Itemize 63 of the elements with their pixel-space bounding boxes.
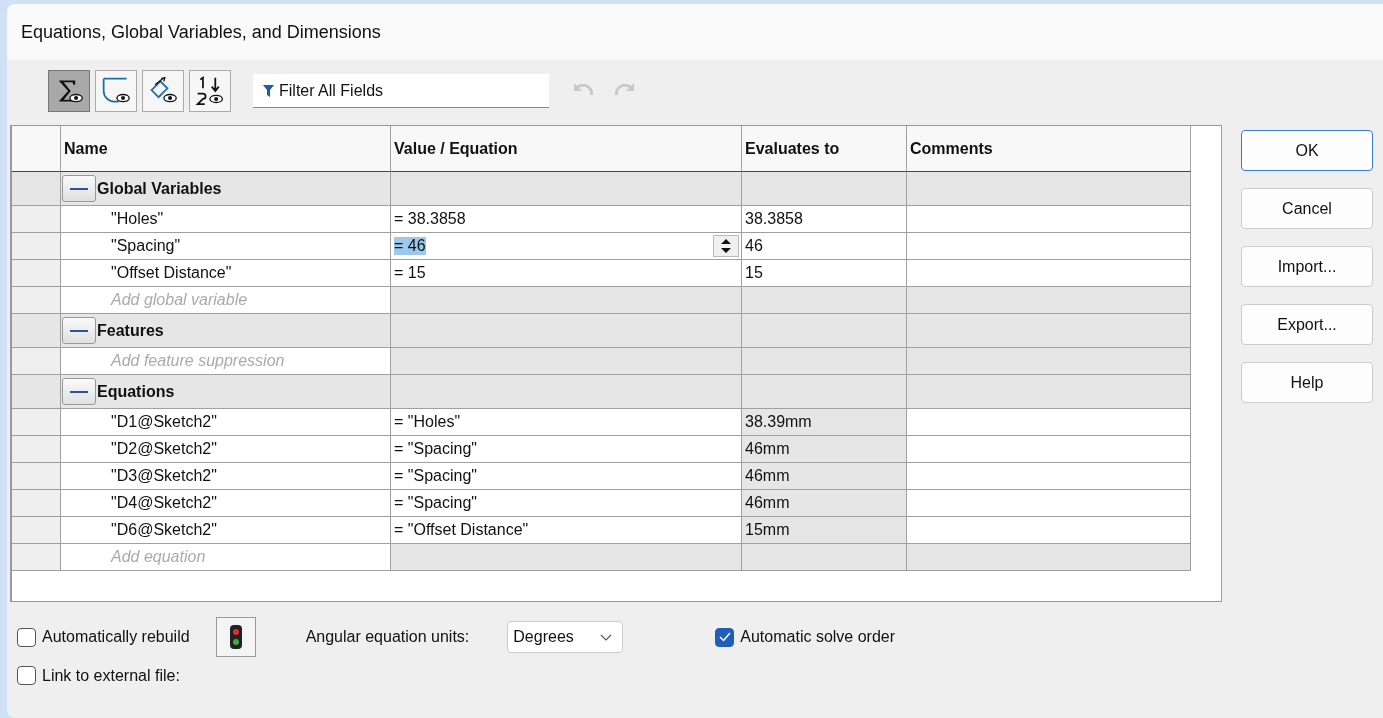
result-cell: 46mm (742, 436, 907, 463)
name-cell: "D3@Sketch2" (61, 463, 391, 490)
dialog-button[interactable]: Cancel (1241, 188, 1373, 229)
filter-field[interactable]: Filter All Fields (253, 74, 549, 108)
value-text: = 15 (394, 264, 426, 282)
value-text: = "Spacing" (394, 440, 477, 458)
dialog-button[interactable]: Import... (1241, 246, 1373, 287)
view-toggle-button[interactable] (95, 70, 137, 112)
view-toggle-button[interactable] (48, 70, 90, 112)
collapse-toggle[interactable] (62, 175, 96, 202)
result-cell: 38.3858 (742, 206, 907, 233)
value-cell[interactable]: = "Spacing" (391, 490, 742, 517)
column-header: Value / Equation (391, 126, 742, 172)
value-cell[interactable]: = "Holes" (391, 409, 742, 436)
result-cell: 46mm (742, 490, 907, 517)
spinner-icon[interactable] (713, 235, 739, 257)
dropdown-value: Degrees (513, 628, 574, 646)
name-cell: "Holes" (61, 206, 391, 233)
link-file-checkbox[interactable]: Link to external file: (17, 666, 1383, 685)
column-header: Evaluates to (742, 126, 907, 172)
result-cell: 15mm (742, 517, 907, 544)
value-cell[interactable]: = 38.3858 (391, 206, 742, 233)
filter-icon (263, 85, 274, 97)
traffic-light-icon (229, 625, 242, 649)
section-title: Features (97, 321, 164, 340)
value-cell[interactable]: = "Spacing" (391, 436, 742, 463)
auto-solve-checkbox[interactable]: Automatic solve order (715, 627, 896, 647)
view-toggle-button[interactable] (189, 70, 231, 112)
collapse-toggle[interactable] (62, 317, 96, 344)
window-title: Equations, Global Variables, and Dimensions (21, 21, 381, 43)
section-title: Global Variables (97, 179, 222, 198)
angular-units-dropdown[interactable]: Degrees (507, 621, 624, 653)
value-text: = "Spacing" (394, 467, 477, 485)
value-text: = 46 (394, 237, 426, 255)
value-text: = "Holes" (394, 413, 461, 431)
value-cell[interactable]: = 46 (391, 233, 742, 260)
value-text: = 38.3858 (394, 210, 466, 228)
section-title: Equations (97, 382, 175, 401)
chevron-icon (600, 633, 613, 641)
dialog-button[interactable]: Export... (1241, 304, 1373, 345)
result-cell: 46 (742, 233, 907, 260)
dialog-button[interactable]: OK (1241, 130, 1373, 171)
auto-rebuild-checkbox[interactable]: Automatically rebuild (17, 627, 190, 647)
dialog-button[interactable]: Help (1241, 362, 1373, 403)
name-cell: "D6@Sketch2" (61, 517, 391, 544)
result-cell: 46mm (742, 463, 907, 490)
column-header: Name (61, 126, 391, 172)
view-toggle-button[interactable] (142, 70, 184, 112)
value-text: = "Offset Distance" (394, 521, 529, 539)
angular-units-label: Angular equation units: (305, 628, 470, 646)
name-cell: "Offset Distance" (61, 260, 391, 287)
rebuild-button[interactable] (215, 617, 256, 657)
value-text: = "Spacing" (394, 494, 477, 512)
value-cell[interactable]: = "Spacing" (391, 463, 742, 490)
order-eye-icon (195, 76, 225, 106)
collapse-toggle[interactable] (62, 378, 96, 405)
name-cell: "D1@Sketch2" (61, 409, 391, 436)
name-cell: "D4@Sketch2" (61, 490, 391, 517)
name-cell: "Spacing" (61, 233, 391, 260)
check-icon (718, 632, 731, 642)
result-cell: 38.39mm (742, 409, 907, 436)
column-header: Comments (907, 126, 1191, 172)
name-cell: "D2@Sketch2" (61, 436, 391, 463)
